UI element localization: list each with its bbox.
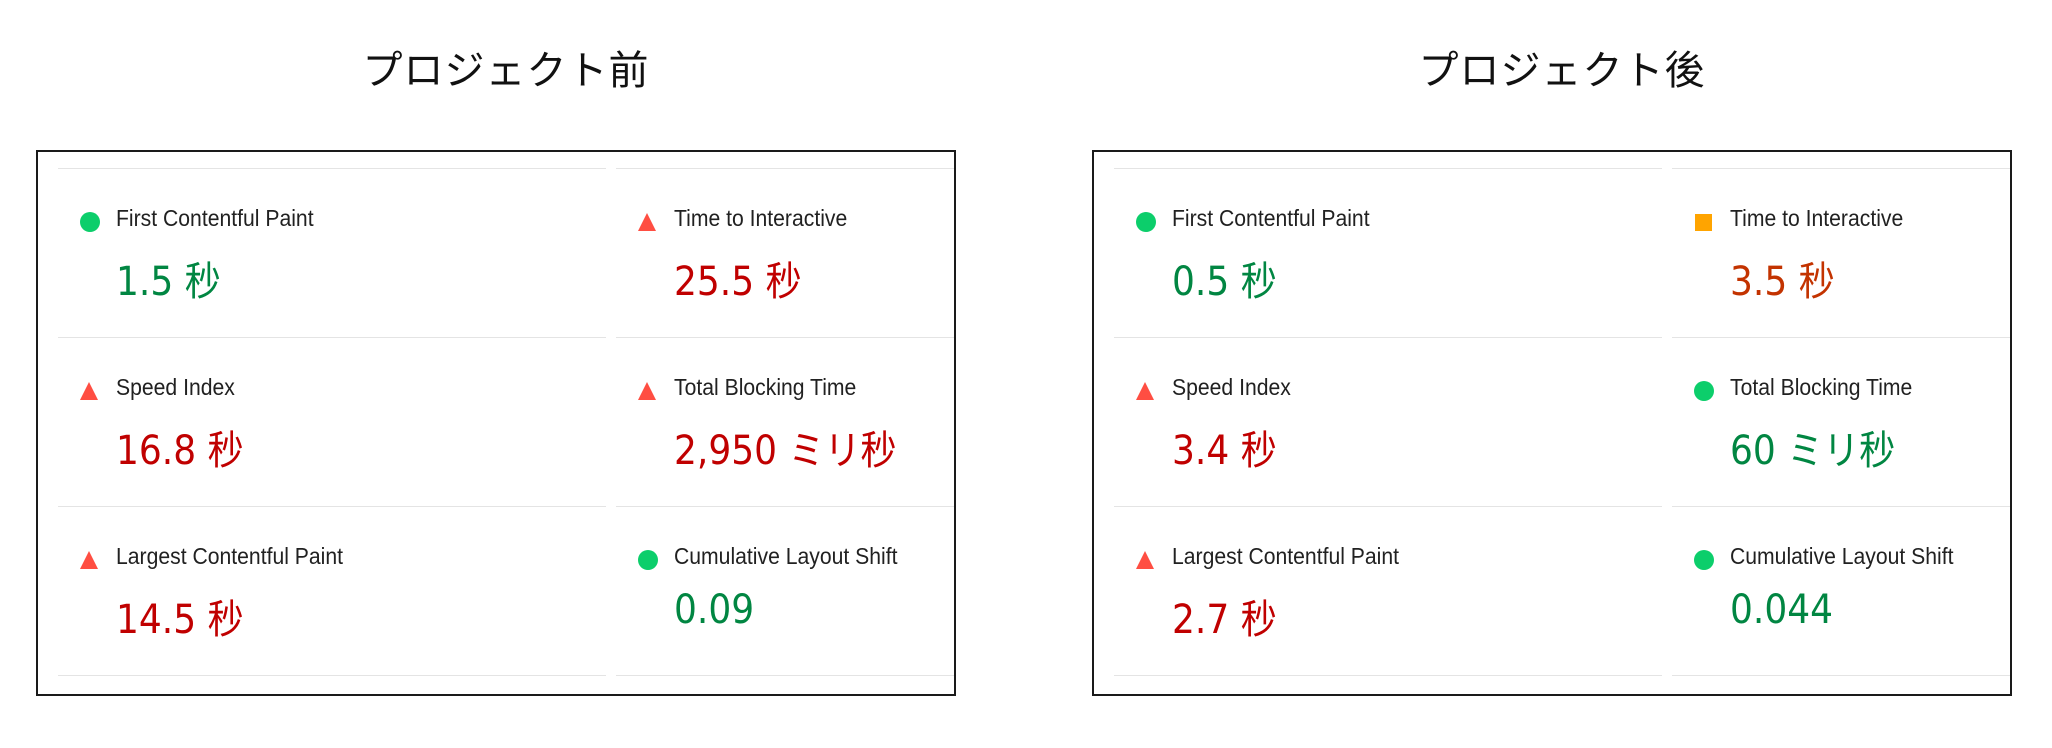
metric-label: Total Blocking Time	[1730, 374, 1913, 400]
before-metrics-frame: First Contentful Paint 1.5 秒 Speed Index…	[36, 150, 956, 696]
metric-label: Largest Contentful Paint	[116, 543, 344, 569]
pass-circle-icon	[1136, 212, 1156, 232]
metric-total-blocking-time: Total Blocking Time 2,950 ミリ秒	[616, 337, 954, 506]
metric-first-contentful-paint: First Contentful Paint 1.5 秒	[58, 168, 606, 337]
fail-triangle-icon	[638, 213, 656, 231]
fail-triangle-icon	[1136, 382, 1154, 400]
metric-label: Time to Interactive	[674, 205, 848, 231]
fail-triangle-icon	[638, 382, 656, 400]
metric-label: Cumulative Layout Shift	[1730, 543, 1954, 569]
metric-label: Speed Index	[116, 374, 235, 400]
metric-value: 2.7 秒	[1172, 597, 1277, 643]
metric-speed-index: Speed Index 3.4 秒	[1114, 337, 1662, 506]
metric-label: Cumulative Layout Shift	[674, 543, 898, 569]
metric-total-blocking-time: Total Blocking Time 60 ミリ秒	[1672, 337, 2010, 506]
average-square-icon	[1695, 214, 1712, 231]
after-title: プロジェクト後	[1418, 48, 1706, 94]
metric-value: 0.5 秒	[1172, 259, 1277, 305]
metric-value: 3.5 秒	[1730, 259, 1835, 305]
pass-circle-icon	[638, 550, 658, 570]
metric-cumulative-layout-shift: Cumulative Layout Shift 0.09	[616, 506, 954, 676]
metric-time-to-interactive: Time to Interactive 3.5 秒	[1672, 168, 2010, 337]
metric-label: Speed Index	[1172, 374, 1291, 400]
before-title: プロジェクト前	[362, 48, 650, 94]
metric-speed-index: Speed Index 16.8 秒	[58, 337, 606, 506]
metric-value: 14.5 秒	[116, 597, 244, 643]
metric-cumulative-layout-shift: Cumulative Layout Shift 0.044	[1672, 506, 2010, 676]
pass-circle-icon	[1694, 381, 1714, 401]
after-metrics-column-right: Time to Interactive 3.5 秒 Total Blocking…	[1672, 168, 2010, 676]
metric-value: 0.09	[674, 587, 755, 633]
metric-label: First Contentful Paint	[116, 205, 314, 231]
metric-first-contentful-paint: First Contentful Paint 0.5 秒	[1114, 168, 1662, 337]
after-metrics-frame: First Contentful Paint 0.5 秒 Speed Index…	[1092, 150, 2012, 696]
before-metrics-column-left: First Contentful Paint 1.5 秒 Speed Index…	[58, 168, 606, 676]
metric-value: 16.8 秒	[116, 428, 244, 474]
fail-triangle-icon	[1136, 551, 1154, 569]
fail-triangle-icon	[80, 551, 98, 569]
metric-largest-contentful-paint: Largest Contentful Paint 2.7 秒	[1114, 506, 1662, 676]
metric-value: 0.044	[1730, 587, 1834, 633]
metric-value: 1.5 秒	[116, 259, 221, 305]
after-metrics-column-left: First Contentful Paint 0.5 秒 Speed Index…	[1114, 168, 1662, 676]
metric-value: 2,950 ミリ秒	[674, 428, 897, 474]
metric-value: 60 ミリ秒	[1730, 428, 1896, 474]
metric-label: Time to Interactive	[1730, 205, 1904, 231]
metric-value: 25.5 秒	[674, 259, 802, 305]
metric-largest-contentful-paint: Largest Contentful Paint 14.5 秒	[58, 506, 606, 676]
pass-circle-icon	[1694, 550, 1714, 570]
pass-circle-icon	[80, 212, 100, 232]
metric-label: Total Blocking Time	[674, 374, 857, 400]
metric-label: Largest Contentful Paint	[1172, 543, 1400, 569]
metric-time-to-interactive: Time to Interactive 25.5 秒	[616, 168, 954, 337]
before-metrics-column-right: Time to Interactive 25.5 秒 Total Blockin…	[616, 168, 954, 676]
metric-label: First Contentful Paint	[1172, 205, 1370, 231]
fail-triangle-icon	[80, 382, 98, 400]
metric-value: 3.4 秒	[1172, 428, 1277, 474]
